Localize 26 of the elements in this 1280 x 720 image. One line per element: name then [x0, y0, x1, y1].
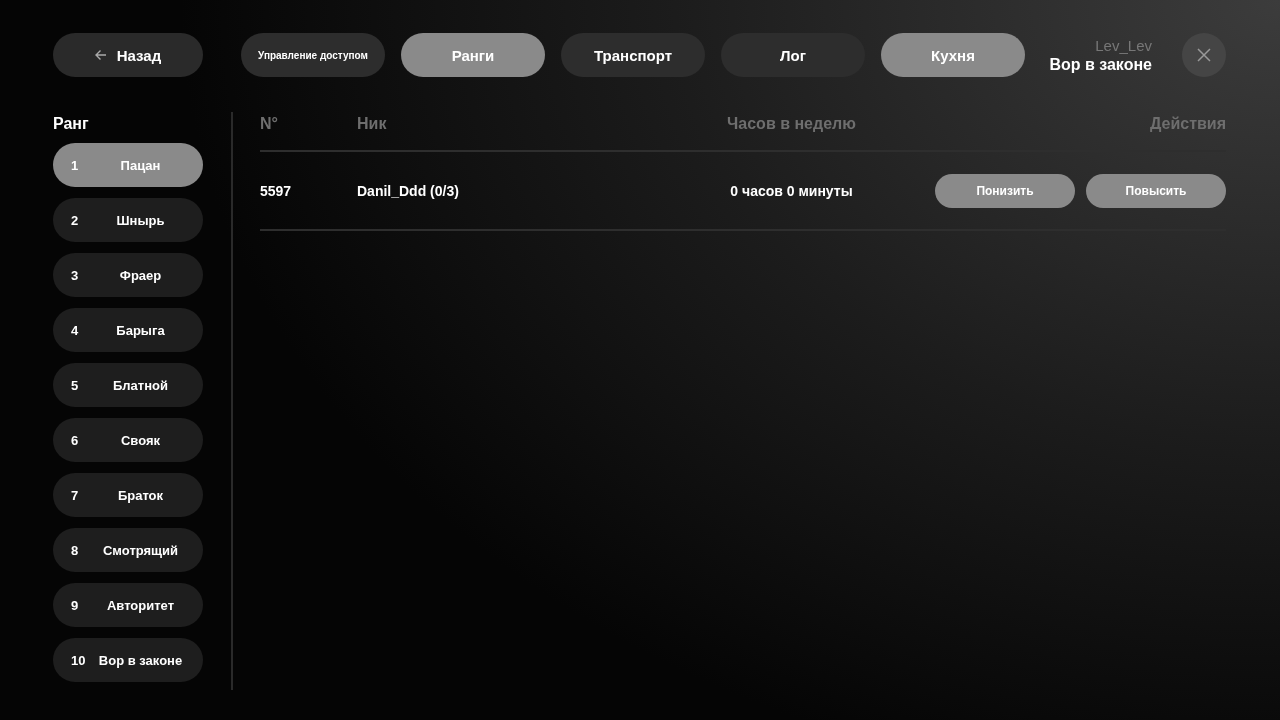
tab[interactable]: Транспорт: [561, 33, 705, 77]
table-cell-text: Danil_Ddd (0/3): [357, 182, 460, 199]
back-button[interactable]: Назад: [53, 33, 203, 77]
column-header: Часов в неделю: [726, 115, 857, 133]
arrow-left-icon: [94, 49, 107, 61]
rank-item[interactable]: 5 Блатной: [53, 363, 203, 407]
rank-item[interactable]: 9 Авторитет: [53, 583, 203, 627]
rank-item[interactable]: 10 Вор в законе: [53, 638, 203, 682]
column-header: Ник: [357, 115, 388, 133]
rank-item[interactable]: 4 Барыга: [53, 308, 203, 352]
table-cell-text: 5597: [260, 182, 293, 199]
rank-item[interactable]: 6 Свояк: [53, 418, 203, 462]
rank-item[interactable]: 7 Браток: [53, 473, 203, 517]
column-header: N°: [260, 115, 279, 133]
table-cell-text: 0 часов 0 минуты: [729, 182, 854, 199]
rank-item[interactable]: 8 Смотрящий: [53, 528, 203, 572]
tab[interactable]: Управление доступом: [241, 33, 385, 77]
rank-item[interactable]: 2 Шнырь: [53, 198, 203, 242]
user-name: Lev_Lev: [1095, 36, 1152, 54]
sidebar-title: Ранг: [53, 115, 90, 134]
column-header: Действия: [1148, 115, 1226, 133]
tab[interactable]: Лог: [721, 33, 865, 77]
close-icon: [1197, 48, 1211, 62]
user-rank: Вор в законе: [1049, 55, 1152, 74]
rank-item[interactable]: 3 Фраер: [53, 253, 203, 297]
close-button[interactable]: [1182, 33, 1226, 77]
